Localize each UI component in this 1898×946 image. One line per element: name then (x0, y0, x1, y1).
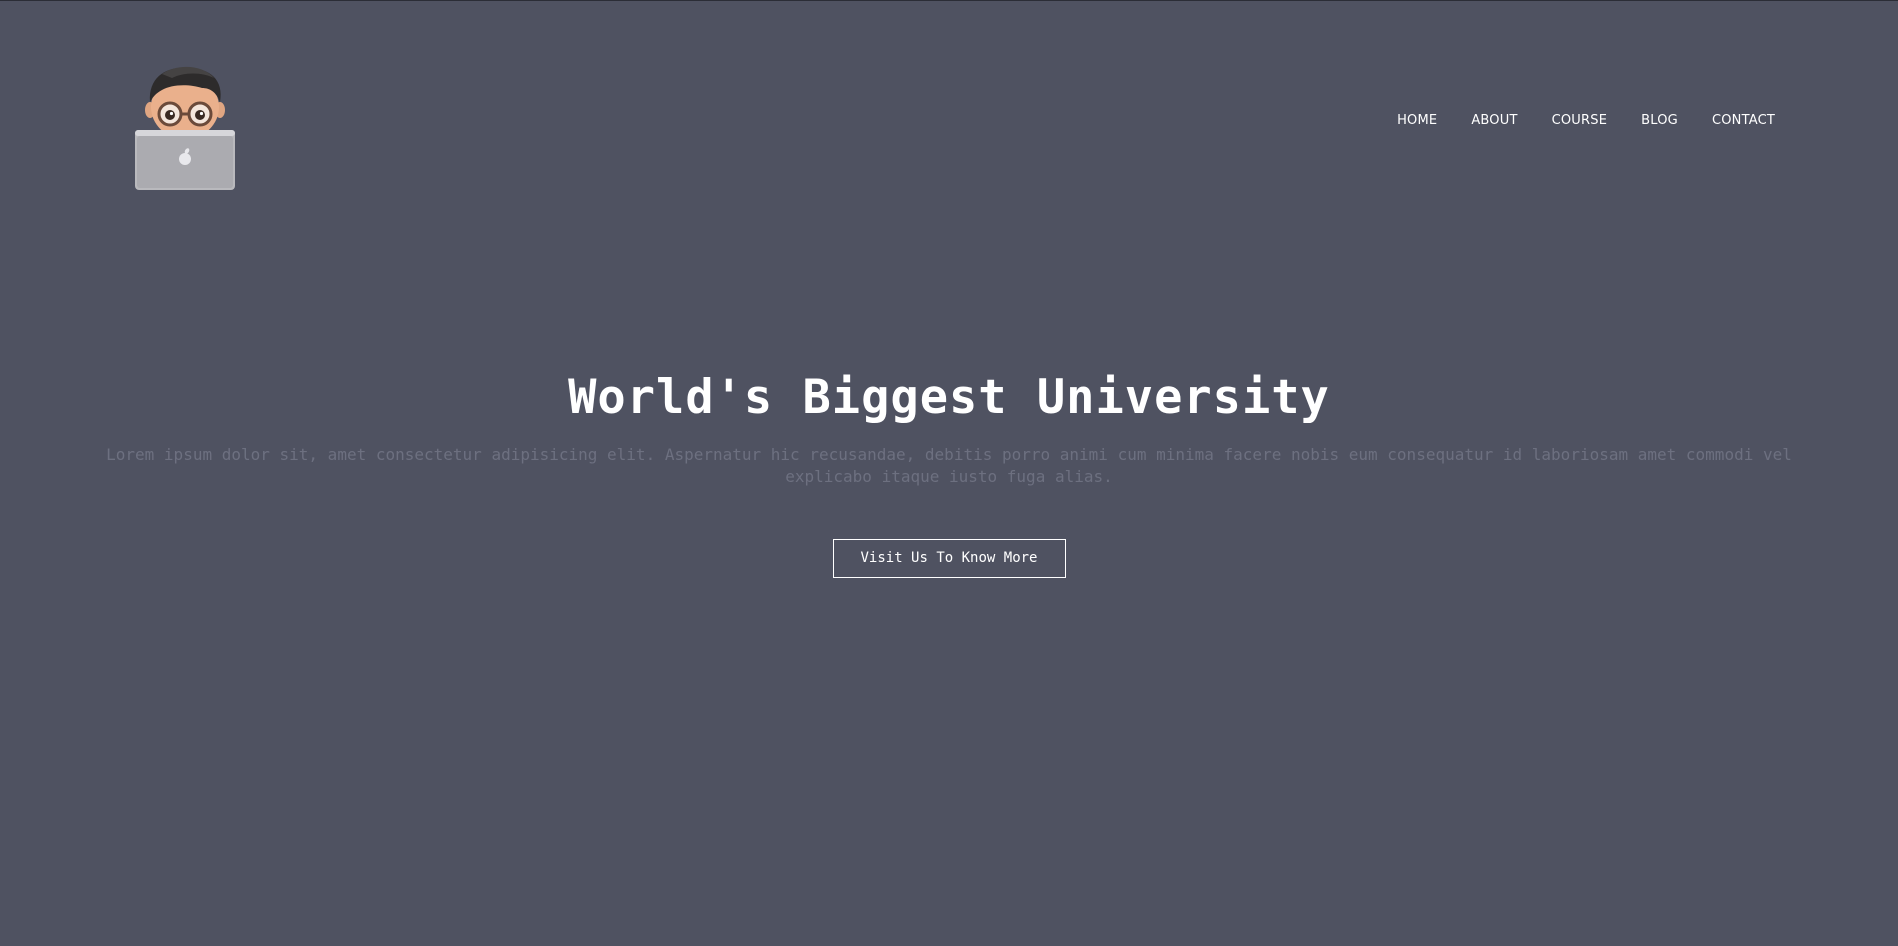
nav-link-course[interactable]: COURSE (1552, 113, 1608, 128)
nav-item-contact: CONTACT (1712, 109, 1775, 128)
memoji-laptop-icon (135, 66, 235, 190)
nav-link-blog[interactable]: BLOG (1641, 113, 1678, 128)
top-border (0, 0, 1898, 1)
nav-link-about[interactable]: ABOUT (1471, 113, 1517, 128)
logo[interactable] (132, 62, 238, 192)
visit-us-button[interactable]: Visit Us To Know More (832, 539, 1066, 578)
nav-item-about: ABOUT (1471, 109, 1517, 128)
nav-item-course: COURSE (1552, 109, 1608, 128)
hero-description: Lorem ipsum dolor sit, amet consectetur … (106, 445, 1792, 486)
hero-section: World's Biggest University Lorem ipsum d… (0, 368, 1898, 578)
nav-link-contact[interactable]: CONTACT (1712, 113, 1775, 128)
nav-item-blog: BLOG (1641, 109, 1678, 128)
nav-item-home: HOME (1397, 109, 1437, 128)
nav-link-home[interactable]: HOME (1397, 113, 1437, 128)
main-nav: HOME ABOUT COURSE BLOG CONTACT (1397, 109, 1775, 128)
hero-title: World's Biggest University (568, 370, 1330, 425)
